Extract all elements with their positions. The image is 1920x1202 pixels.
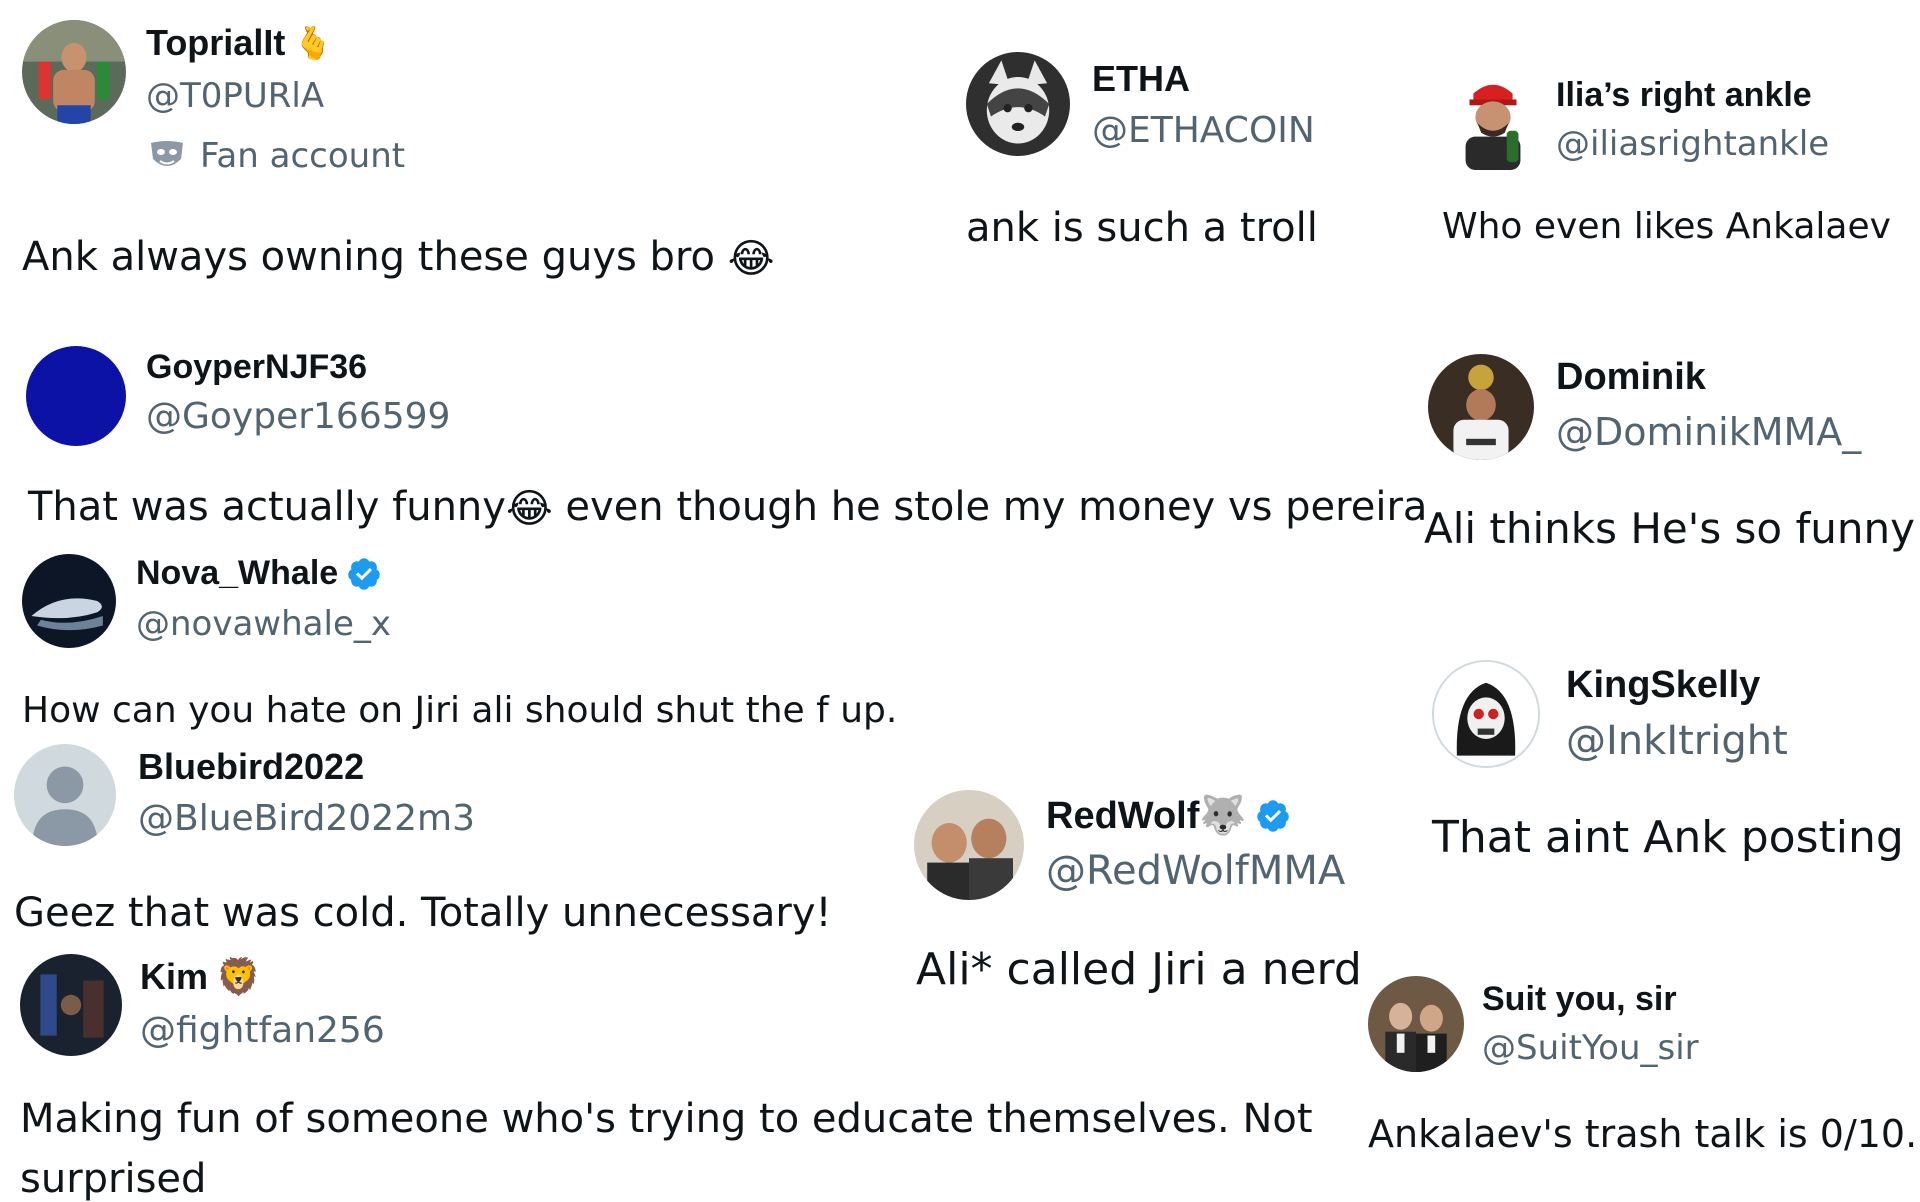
avatar[interactable] (1444, 72, 1542, 170)
avatar[interactable] (1428, 354, 1534, 460)
tweet-text-part-2: even though he stole my money vs pereira (552, 484, 1428, 530)
display-name-text: Kim (140, 956, 209, 997)
laughing-emoji-icon: 😂 (505, 486, 553, 532)
avatar[interactable] (22, 554, 116, 648)
avatar[interactable] (1432, 660, 1540, 768)
fan-account-label: Fan account (200, 136, 406, 176)
display-name[interactable]: ETHA (1092, 58, 1190, 100)
display-name[interactable]: Ilia’s right ankle (1556, 76, 1812, 115)
display-name-text: RedWolf🐺 (1046, 794, 1247, 838)
avatar[interactable] (26, 346, 126, 446)
laughing-emoji-icon: 😂 (727, 236, 775, 282)
tweet-text-line-1: Making fun of someone who's trying to ed… (20, 1096, 1313, 1142)
display-name[interactable]: Suit you, sir (1482, 980, 1677, 1019)
user-handle[interactable]: @SuitYou_sir (1482, 1028, 1699, 1068)
tweet-text-content: Ank always owning these guys bro (22, 234, 715, 280)
tweet-text: Ali* called Jiri a nerd (916, 944, 1362, 995)
tweet-text: How can you hate on Jiri ali should shut… (22, 690, 898, 731)
display-name-word: RedWolf (1046, 795, 1200, 837)
avatar[interactable] (14, 744, 116, 846)
display-name[interactable]: Kim 🦁 (140, 956, 261, 998)
user-handle[interactable]: @BlueBird2022m3 (138, 798, 475, 839)
display-name[interactable]: ToprialIt 🫰 (146, 22, 333, 64)
hand-emoji-icon: 🫰 (293, 25, 334, 61)
verified-badge-icon (346, 556, 382, 592)
user-handle[interactable]: @ETHACOIN (1092, 110, 1315, 151)
avatar[interactable] (1368, 976, 1464, 1072)
user-handle[interactable]: @iliasrightankle (1556, 124, 1829, 164)
tweet-text: ank is such a troll (966, 205, 1318, 251)
display-name-text: Nova_Whale (136, 554, 339, 592)
display-name[interactable]: GoyperNJF36 (146, 348, 367, 387)
verified-badge-icon (1255, 798, 1291, 834)
display-name[interactable]: Dominik (1556, 356, 1706, 399)
tweet-text-line-2: surprised (20, 1156, 207, 1202)
display-name-text: ToprialIt (146, 22, 286, 63)
tweet-text: Who even likes Ankalaev (1442, 206, 1891, 247)
avatar[interactable] (20, 954, 122, 1056)
user-handle[interactable]: @novawhale_x (136, 604, 391, 644)
wolf-emoji-icon: 🐺 (1199, 795, 1247, 837)
display-name[interactable]: Bluebird2022 (138, 746, 364, 788)
user-handle[interactable]: @T0PURlA (146, 76, 324, 116)
fan-account-badge: Fan account (148, 136, 405, 176)
display-name[interactable]: KingSkelly (1566, 664, 1760, 707)
user-handle[interactable]: @Goyper166599 (146, 396, 450, 437)
display-name[interactable]: RedWolf🐺 (1046, 794, 1291, 838)
avatar[interactable] (914, 790, 1024, 900)
user-handle[interactable]: @fightfan256 (140, 1010, 385, 1051)
tweet-text: That was actually funny😂 even though he … (28, 484, 1427, 532)
display-name[interactable]: Nova_Whale (136, 554, 382, 593)
user-handle[interactable]: @RedWolfMMA (1046, 848, 1345, 894)
user-handle[interactable]: @InkItright (1566, 718, 1788, 764)
tweet-text: Geez that was cold. Totally unnecessary! (14, 890, 832, 936)
user-handle[interactable]: @DominikMMA_ (1556, 410, 1861, 454)
avatar[interactable] (22, 20, 126, 124)
mask-icon (148, 139, 186, 173)
tweet-text: Ank always owning these guys bro 😂 (22, 234, 774, 282)
tweet-text-part-1: That was actually funny (28, 484, 506, 530)
avatar[interactable] (966, 52, 1070, 156)
tweet-text: Ali thinks He's so funny (1424, 504, 1915, 553)
lion-emoji-icon: 🦁 (216, 956, 261, 997)
tweet-text: That aint Ank posting (1432, 812, 1904, 863)
tweet-text: Ankalaev's trash talk is 0/10. (1368, 1112, 1918, 1156)
